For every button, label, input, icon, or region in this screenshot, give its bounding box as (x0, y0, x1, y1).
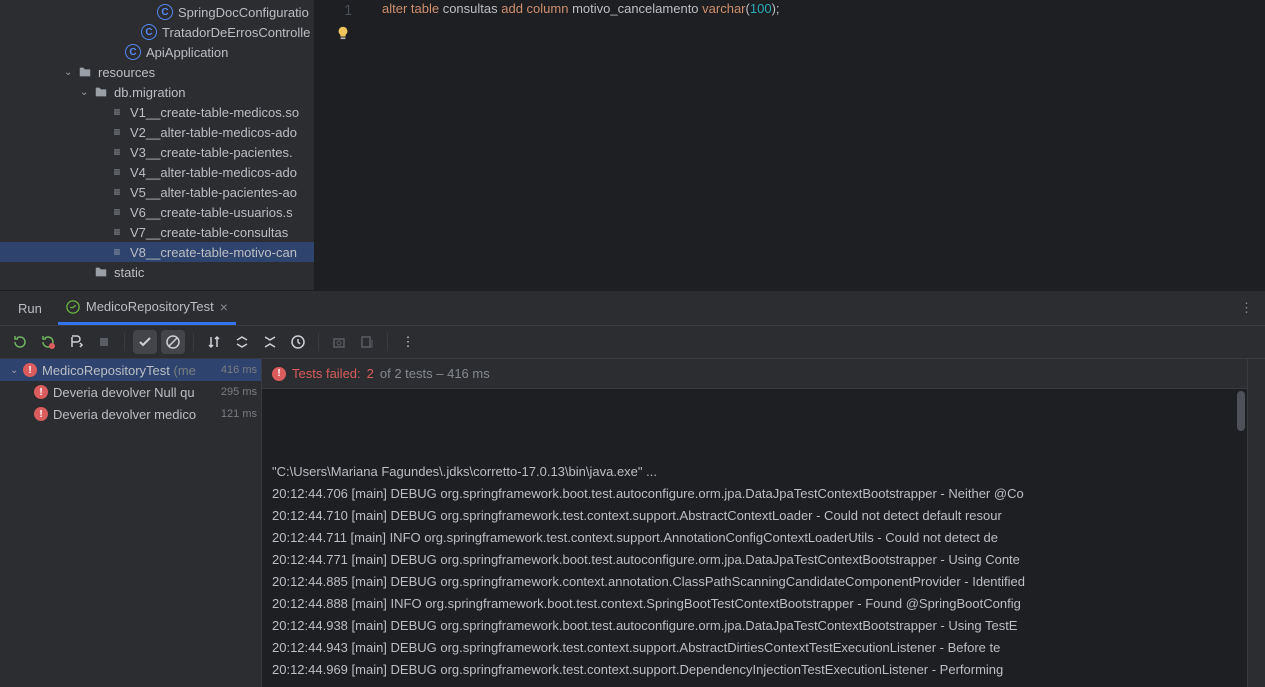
test-tree[interactable]: ⌄! MedicoRepositoryTest (me416 ms! Deveria… (0, 359, 262, 687)
export-button[interactable] (355, 330, 379, 354)
tree-label: resources (98, 65, 155, 80)
tree-item[interactable]: C SpringDocConfiguratio (0, 2, 314, 22)
sql-file-icon: ≡ (109, 224, 125, 240)
chevron-down-icon: ⌄ (10, 365, 20, 376)
error-icon: ! (23, 363, 37, 377)
fail-rest: of 2 tests – 416 ms (380, 366, 490, 381)
stop-button[interactable] (92, 330, 116, 354)
intention-bulb-icon[interactable] (315, 20, 370, 40)
tree-item[interactable]: C ApiApplication (0, 42, 314, 62)
class-icon: C (141, 24, 157, 40)
tree-item[interactable]: ≡ V3__create-table-pacientes. (0, 142, 314, 162)
sql-file-icon: ≡ (109, 184, 125, 200)
tree-label: ApiApplication (146, 45, 228, 60)
tree-label: V7__create-table-consultas (130, 225, 288, 240)
show-ignored-button[interactable] (161, 330, 185, 354)
tab-medico-repository-test[interactable]: MedicoRepositoryTest × (58, 291, 236, 325)
test-duration: 121 ms (221, 408, 257, 420)
tree-item[interactable]: ≡ V4__alter-table-medicos-ado (0, 162, 314, 182)
tree-label: V8__create-table-motivo-can (130, 245, 297, 260)
tree-item[interactable]: ≡ V1__create-table-medicos.so (0, 102, 314, 122)
tree-label: V2__alter-table-medicos-ado (130, 125, 297, 140)
tree-item[interactable]: ⌄ db.migration (0, 82, 314, 102)
sql-file-icon: ≡ (109, 144, 125, 160)
spring-icon (66, 300, 80, 314)
test-name: MedicoRepositoryTest (me (42, 363, 221, 378)
code-editor[interactable]: 1 alter table consultas add column motiv… (315, 0, 1265, 290)
code-content[interactable]: alter table consultas add column motivo_… (370, 0, 780, 20)
folder-icon (93, 84, 109, 100)
sql-file-icon: ≡ (109, 104, 125, 120)
test-row[interactable]: ! Deveria devolver Null qu295 ms (0, 381, 261, 403)
more-icon[interactable]: ⋮ (396, 330, 420, 354)
project-tree[interactable]: C SpringDocConfiguratio C TratadorDeErrosCo… (0, 0, 315, 290)
separator (318, 333, 319, 351)
separator (193, 333, 194, 351)
panel-options-icon[interactable]: ⋮ (1240, 300, 1255, 316)
close-icon[interactable]: × (220, 299, 228, 315)
tab-label: MedicoRepositoryTest (86, 299, 214, 314)
error-icon: ! (34, 407, 48, 421)
tree-label: V6__create-table-usuarios.s (130, 205, 293, 220)
log-output[interactable]: "C:\Users\Mariana Fagundes\.jdks\corrett… (262, 389, 1247, 687)
error-icon: ! (34, 385, 48, 399)
tree-item[interactable]: C TratadorDeErrosControlle (0, 22, 314, 42)
folder-icon (77, 64, 93, 80)
tree-label: V3__create-table-pacientes. (130, 145, 293, 160)
class-icon: C (157, 4, 173, 20)
test-row[interactable]: ⌄! MedicoRepositoryTest (me416 ms (0, 359, 261, 381)
separator (124, 333, 125, 351)
toggle-auto-button[interactable] (64, 330, 88, 354)
tree-label: TratadorDeErrosControlle (162, 25, 310, 40)
test-name: Deveria devolver Null qu (53, 385, 221, 400)
console: ! Tests failed: 2 of 2 tests – 416 ms "C… (262, 359, 1247, 687)
expand-button[interactable] (230, 330, 254, 354)
tree-item[interactable]: ≡ V7__create-table-consultas (0, 222, 314, 242)
test-name: Deveria devolver medico (53, 407, 221, 422)
sort-button[interactable] (202, 330, 226, 354)
fail-count: 2 (367, 366, 374, 381)
run-tool-label[interactable]: Run (10, 301, 50, 316)
folder-icon (93, 264, 109, 280)
fail-icon: ! (272, 367, 286, 381)
chevron-down-icon: ⌄ (64, 67, 74, 78)
scrollbar[interactable] (1237, 391, 1245, 431)
separator (387, 333, 388, 351)
import-button[interactable] (327, 330, 351, 354)
tree-item[interactable]: ≡ V8__create-table-motivo-can (0, 242, 314, 262)
sql-file-icon: ≡ (109, 204, 125, 220)
tree-label: V4__alter-table-medicos-ado (130, 165, 297, 180)
tree-item[interactable]: ≡ V2__alter-table-medicos-ado (0, 122, 314, 142)
test-row[interactable]: ! Deveria devolver medico121 ms (0, 403, 261, 425)
collapse-button[interactable] (258, 330, 282, 354)
show-passed-button[interactable] (133, 330, 157, 354)
tree-label: SpringDocConfiguratio (178, 5, 309, 20)
right-gutter (1247, 359, 1265, 687)
tree-label: V5__alter-table-pacientes-ao (130, 185, 297, 200)
tree-label: V1__create-table-medicos.so (130, 105, 299, 120)
tree-label: static (114, 265, 144, 280)
tree-item[interactable]: static (0, 262, 314, 282)
line-number: 1 (315, 0, 370, 20)
test-result-header: ! Tests failed: 2 of 2 tests – 416 ms (262, 359, 1247, 389)
rerun-failed-button[interactable] (36, 330, 60, 354)
rerun-button[interactable] (8, 330, 32, 354)
sql-file-icon: ≡ (109, 164, 125, 180)
tree-item[interactable]: ≡ V5__alter-table-pacientes-ao (0, 182, 314, 202)
chevron-down-icon: ⌄ (80, 87, 90, 98)
history-button[interactable] (286, 330, 310, 354)
test-toolbar: ⋮ (0, 325, 1265, 359)
test-duration: 416 ms (221, 364, 257, 376)
sql-file-icon: ≡ (109, 124, 125, 140)
tree-item[interactable]: ⌄ resources (0, 62, 314, 82)
tree-item[interactable]: ≡ V6__create-table-usuarios.s (0, 202, 314, 222)
test-duration: 295 ms (221, 386, 257, 398)
fail-prefix: Tests failed: (292, 366, 361, 381)
tree-label: db.migration (114, 85, 186, 100)
sql-file-icon: ≡ (109, 244, 125, 260)
class-icon: C (125, 44, 141, 60)
run-panel-tabs: Run MedicoRepositoryTest × ⋮ (0, 291, 1265, 325)
